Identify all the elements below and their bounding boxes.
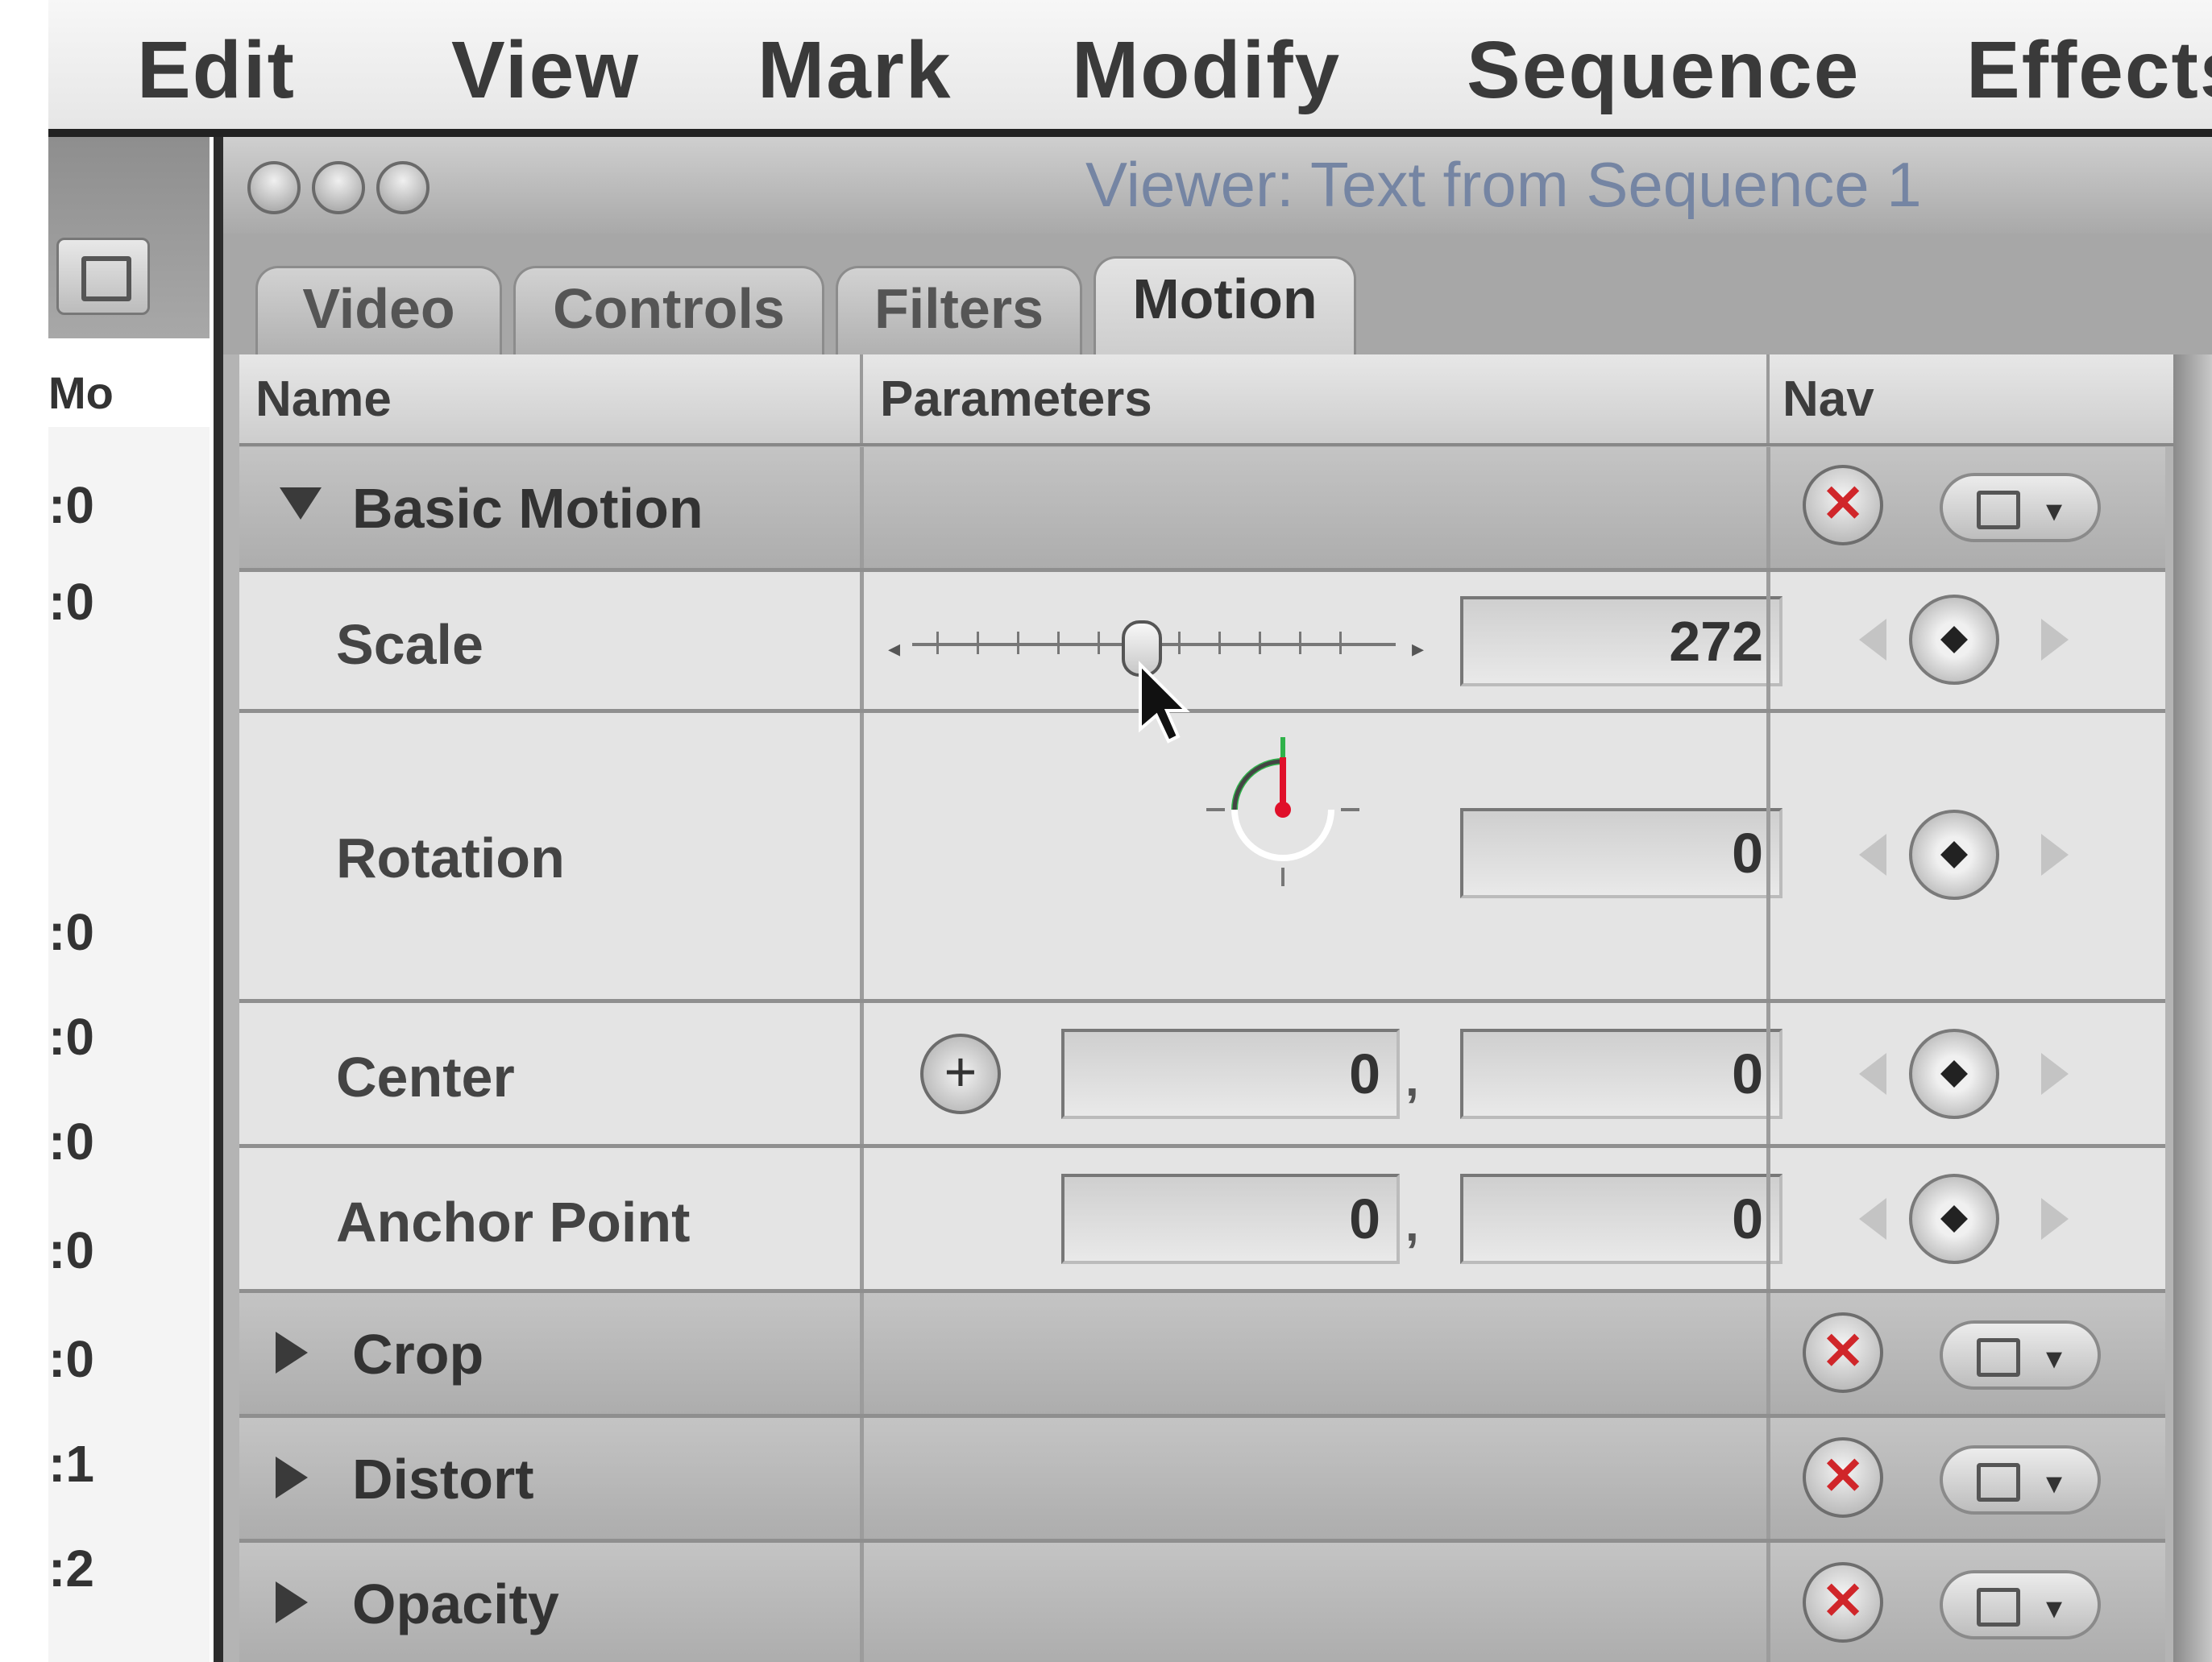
column-name[interactable]: Name — [255, 371, 392, 428]
param-row-center: Center + , — [239, 1003, 2165, 1149]
param-label: Scale — [336, 613, 483, 676]
timecode-cell: :0 — [48, 476, 94, 534]
triangle-down-icon[interactable] — [280, 487, 322, 520]
keyframe-diamond-icon[interactable] — [1909, 595, 1999, 685]
checkbox-menu-icon[interactable]: ▾ — [1940, 473, 2101, 542]
rotation-field[interactable] — [1460, 808, 1782, 898]
slider-max-arrow[interactable]: ▸ — [1412, 635, 1424, 663]
next-keyframe-icon[interactable] — [2041, 1053, 2069, 1095]
param-row-anchor-point: Anchor Point , — [239, 1148, 2165, 1294]
prev-keyframe-icon[interactable] — [1859, 1053, 1886, 1095]
param-label: Center — [336, 1046, 515, 1109]
triangle-right-icon[interactable] — [276, 1581, 308, 1623]
prev-keyframe-icon[interactable] — [1859, 1198, 1886, 1240]
checkbox-menu-icon[interactable]: ▾ — [1940, 1445, 2101, 1515]
next-keyframe-icon[interactable] — [2041, 834, 2069, 876]
center-x-field[interactable] — [1061, 1029, 1400, 1119]
timecode-cell: :0 — [48, 903, 94, 961]
rotation-dial[interactable] — [1202, 729, 1363, 890]
browser-strip: Mo :0 :0 :0 :0 :0 :0 :0 :1 :2 — [48, 137, 210, 1662]
keyframe-diamond-icon[interactable] — [1909, 1174, 1999, 1264]
keyframe-nav[interactable] — [1859, 1029, 2069, 1119]
title-bar[interactable]: Viewer: Text from Sequence 1 — [223, 137, 2212, 234]
param-label: Anchor Point — [336, 1191, 691, 1254]
slider-min-arrow[interactable]: ◂ — [888, 635, 900, 663]
menu-mark[interactable]: Mark — [757, 24, 952, 117]
column-header-row: Name Parameters Nav — [239, 354, 2181, 446]
param-label: Rotation — [336, 827, 565, 889]
view-toggle-button[interactable] — [56, 238, 150, 315]
tab-controls[interactable]: Controls — [513, 266, 824, 357]
prev-keyframe-icon[interactable] — [1859, 834, 1886, 876]
mouse-pointer-icon — [1139, 661, 1190, 744]
group-label: Crop — [352, 1323, 484, 1386]
window-icon — [81, 256, 131, 301]
close-window-button[interactable] — [247, 161, 301, 214]
prev-keyframe-icon[interactable] — [1859, 619, 1886, 661]
triangle-right-icon[interactable] — [276, 1457, 308, 1498]
keyframe-nav[interactable] — [1859, 810, 2069, 900]
menu-effects[interactable]: Effects — [1966, 24, 2212, 117]
reset-x-icon[interactable]: ✕ — [1803, 1437, 1883, 1518]
scale-field[interactable] — [1460, 596, 1782, 686]
group-label: Opacity — [352, 1573, 559, 1635]
triangle-right-icon[interactable] — [276, 1332, 308, 1374]
reset-x-icon[interactable]: ✕ — [1803, 1562, 1883, 1643]
timecode-cell: :0 — [48, 1008, 94, 1066]
anchor-y-field[interactable] — [1460, 1174, 1782, 1264]
timecode-cell: :1 — [48, 1435, 94, 1493]
timecode-cell: :0 — [48, 1330, 94, 1388]
timecode-cell: :2 — [48, 1540, 94, 1598]
menu-modify[interactable]: Modify — [1072, 24, 1341, 117]
group-row-crop: Crop ✕ ▾ — [239, 1293, 2165, 1419]
group-label: Basic Motion — [352, 477, 703, 540]
keyframe-nav[interactable] — [1859, 595, 2069, 685]
tab-motion[interactable]: Motion — [1094, 256, 1356, 357]
scrollbar[interactable] — [2173, 354, 2212, 1662]
menu-edit[interactable]: Edit — [137, 24, 296, 117]
keyframe-nav[interactable] — [1859, 1174, 2069, 1264]
timecode-cell: :0 — [48, 1221, 94, 1279]
checkbox-menu-icon[interactable]: ▾ — [1940, 1570, 2101, 1639]
coordinate-separator: , — [1405, 1052, 1419, 1106]
column-parameters[interactable]: Parameters — [880, 371, 1152, 428]
checkbox-menu-icon[interactable]: ▾ — [1940, 1320, 2101, 1390]
column-header: Mo — [48, 367, 114, 418]
column-nav[interactable]: Nav — [1782, 371, 1874, 428]
group-label: Distort — [352, 1448, 534, 1511]
viewer-window: Viewer: Text from Sequence 1 Video Contr… — [214, 137, 2212, 1662]
column-divider[interactable] — [1766, 354, 1770, 443]
column-divider[interactable] — [860, 354, 863, 443]
zoom-window-button[interactable] — [376, 161, 430, 214]
keyframe-diamond-icon[interactable] — [1909, 810, 1999, 900]
reset-x-icon[interactable]: ✕ — [1803, 1312, 1883, 1393]
timecode-cell: :0 — [48, 1113, 94, 1171]
window-title: Viewer: Text from Sequence 1 — [1085, 149, 1922, 220]
param-row-scale: Scale ◂ ▸ — [239, 572, 2165, 714]
next-keyframe-icon[interactable] — [2041, 1198, 2069, 1240]
param-row-rotation: Rotation — [239, 713, 2165, 1004]
anchor-x-field[interactable] — [1061, 1174, 1400, 1264]
menu-sequence[interactable]: Sequence — [1467, 24, 1860, 117]
group-row-distort: Distort ✕ ▾ — [239, 1418, 2165, 1544]
next-keyframe-icon[interactable] — [2041, 619, 2069, 661]
tab-bar: Video Controls Filters Motion — [223, 234, 2212, 357]
timecode-cell: :0 — [48, 573, 94, 631]
center-y-field[interactable] — [1460, 1029, 1782, 1119]
tab-video[interactable]: Video — [255, 266, 502, 357]
keyframe-diamond-icon[interactable] — [1909, 1029, 1999, 1119]
group-row-basic-motion: Basic Motion ✕ ▾ — [239, 447, 2165, 573]
minimize-window-button[interactable] — [312, 161, 365, 214]
crosshair-icon[interactable]: + — [920, 1034, 1001, 1114]
reset-x-icon[interactable]: ✕ — [1803, 465, 1883, 545]
tab-filters[interactable]: Filters — [836, 266, 1082, 357]
menu-bar: Edit View Mark Modify Sequence Effects — [48, 0, 2212, 137]
menu-view[interactable]: View — [451, 24, 640, 117]
coordinate-separator: , — [1405, 1197, 1419, 1251]
group-row-opacity: Opacity ✕ ▾ — [239, 1543, 2165, 1662]
